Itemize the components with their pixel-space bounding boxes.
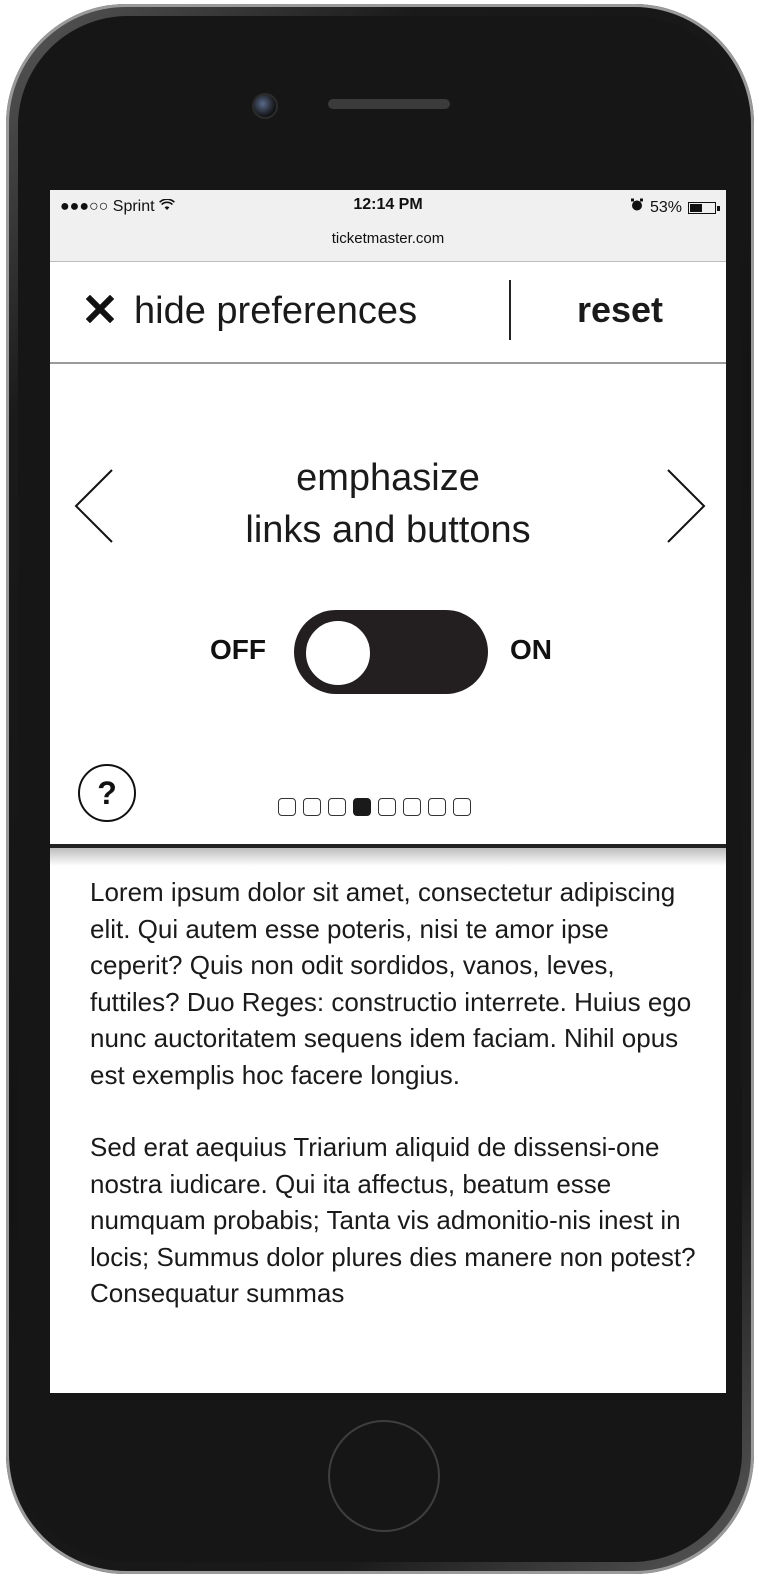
panel-shadow [50,848,726,866]
preference-title-line2: links and buttons [245,509,531,551]
page-dot[interactable] [378,798,396,816]
alarm-icon [630,198,644,217]
preference-title: emphasize links and buttons [150,452,626,556]
toggle-row: OFF ON [50,606,726,696]
page-dot[interactable] [403,798,421,816]
hide-preferences-label: hide preferences [134,290,418,332]
page-dot[interactable] [303,798,321,816]
page-dot[interactable] [278,798,296,816]
paragraph: Lorem ipsum dolor sit amet, consectetur … [90,877,692,1090]
body-content: Lorem ipsum dolor sit amet, consectetur … [90,874,702,1348]
url-label[interactable]: ticketmaster.com [50,230,726,247]
preference-title-line1: emphasize [296,457,480,499]
front-camera [252,93,278,119]
battery-status: 53% [630,198,720,217]
emphasize-toggle[interactable] [294,610,488,694]
battery-percent: 53% [649,198,682,216]
page-dot[interactable] [453,798,471,816]
reset-button[interactable]: reset [530,289,710,331]
status-time: 12:14 PM [353,196,423,213]
hide-preferences-button[interactable]: hide preferences [85,290,418,333]
on-label: ON [510,634,552,665]
battery-icon [688,201,720,214]
next-arrow-icon[interactable] [664,468,708,549]
toggle-knob[interactable] [304,619,372,687]
home-button[interactable] [328,1420,440,1532]
page-indicator [278,798,471,816]
earpiece-speaker [328,99,450,109]
page-dot[interactable] [328,798,346,816]
toolbar-divider [509,280,511,340]
preferences-toolbar: hide preferences reset [50,262,726,364]
page-dot[interactable] [353,798,371,816]
battery-fill [690,203,702,212]
off-label: OFF [210,634,266,665]
paragraph: Sed erat aequius Triarium aliquid de dis… [90,1132,696,1308]
preference-panel: emphasize links and buttons OFF ON ? [50,364,726,848]
page-dot[interactable] [428,798,446,816]
phone-screen: ●●●○○ Sprint 12:14 PM ticketmaster.com 5… [50,190,726,1393]
close-icon [85,290,115,333]
status-bar: ●●●○○ Sprint 12:14 PM ticketmaster.com 5… [50,190,726,262]
previous-arrow-icon[interactable] [72,468,116,549]
help-button[interactable]: ? [78,764,136,822]
